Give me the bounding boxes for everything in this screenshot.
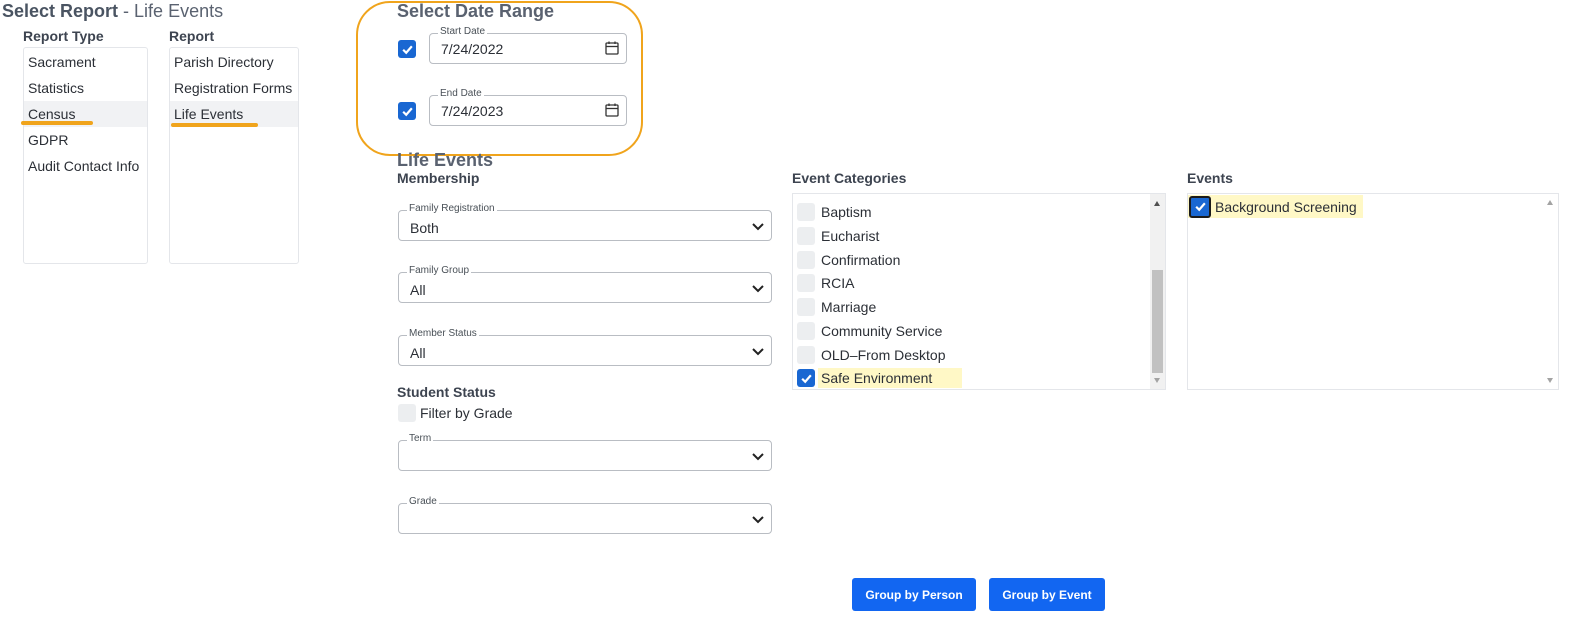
member-status-select[interactable]: Member Status All — [398, 328, 772, 366]
family-registration-select[interactable]: Family Registration Both — [398, 203, 772, 241]
category-checkbox[interactable] — [797, 251, 815, 269]
member-status-value: All — [410, 345, 426, 361]
end-date-label: End Date — [438, 88, 484, 99]
start-date-field[interactable]: Start Date 7/24/2022 — [429, 26, 627, 64]
event-item-background-screening[interactable]: Background Screening — [1188, 195, 1363, 218]
category-label: Safe Environment — [818, 368, 963, 388]
chevron-down-icon — [752, 223, 764, 231]
family-registration-value: Both — [410, 220, 439, 236]
category-checkbox[interactable] — [797, 227, 815, 245]
term-select[interactable]: Term — [398, 433, 772, 471]
chevron-down-icon — [752, 453, 764, 461]
category-item-baptism[interactable]: Baptism — [797, 201, 872, 223]
events-list[interactable]: Background Screening — [1187, 193, 1559, 390]
report-type-list[interactable]: Sacrament Statistics Census GDPR Audit C… — [23, 47, 148, 264]
filter-by-grade-row[interactable]: Filter by Grade — [398, 404, 513, 422]
category-label: RCIA — [821, 275, 855, 291]
start-date-label: Start Date — [438, 26, 488, 37]
category-item-safe-environment[interactable]: Safe Environment — [797, 367, 963, 389]
events-scrollbar[interactable] — [1543, 194, 1558, 389]
census-annotation-underline — [21, 121, 93, 125]
scroll-down-arrow-icon[interactable] — [1154, 378, 1160, 383]
event-categories-label: Event Categories — [792, 170, 907, 186]
family-group-value: All — [410, 282, 426, 298]
report-item-parish-directory[interactable]: Parish Directory — [170, 49, 298, 75]
events-label: Events — [1187, 170, 1233, 186]
category-checkbox[interactable] — [797, 346, 815, 364]
category-checkbox[interactable] — [797, 298, 815, 316]
category-label: Eucharist — [821, 228, 880, 244]
category-item-marriage[interactable]: Marriage — [797, 296, 876, 318]
report-type-item-sacrament[interactable]: Sacrament — [24, 49, 147, 75]
scroll-thumb[interactable] — [1152, 270, 1163, 373]
category-checkbox[interactable] — [797, 322, 815, 340]
category-label: Confirmation — [821, 252, 901, 268]
category-item-confirmation[interactable]: Confirmation — [797, 249, 900, 271]
student-status-label: Student Status — [397, 384, 496, 400]
life-events-annotation-underline — [171, 123, 258, 127]
check-icon — [401, 107, 413, 116]
chevron-down-icon — [752, 516, 764, 524]
term-label: Term — [407, 433, 434, 444]
grade-select[interactable]: Grade — [398, 496, 772, 534]
category-item-community-service[interactable]: Community Service — [797, 320, 942, 342]
check-icon — [1194, 202, 1206, 212]
category-checkbox[interactable] — [797, 369, 815, 387]
calendar-icon[interactable] — [604, 102, 620, 118]
report-type-label: Report Type — [23, 28, 104, 44]
category-item-old-from-desktop[interactable]: OLD–From Desktop — [797, 344, 945, 366]
category-label: Baptism — [821, 204, 872, 220]
event-label: Background Screening — [1215, 198, 1357, 215]
check-icon — [401, 45, 413, 54]
family-registration-label: Family Registration — [407, 203, 497, 214]
group-by-event-button[interactable]: Group by Event — [989, 578, 1105, 611]
category-checkbox[interactable] — [797, 203, 815, 221]
scroll-up-arrow-icon[interactable] — [1547, 200, 1553, 205]
group-by-person-button[interactable]: Group by Person — [852, 578, 976, 611]
filter-by-grade-checkbox[interactable] — [398, 404, 416, 422]
life-events-title: Life Events — [397, 150, 494, 170]
scroll-up-arrow-icon[interactable] — [1154, 201, 1160, 206]
member-status-label: Member Status — [407, 328, 479, 339]
scroll-down-arrow-icon[interactable] — [1547, 378, 1553, 383]
start-date-checkbox[interactable] — [398, 40, 416, 58]
family-group-label: Family Group — [407, 265, 472, 276]
report-label: Report — [169, 28, 215, 44]
calendar-icon[interactable] — [604, 40, 620, 56]
report-type-item-audit-contact-info[interactable]: Audit Contact Info — [24, 153, 147, 179]
membership-label: Membership — [397, 170, 480, 186]
chevron-down-icon — [752, 285, 764, 293]
category-label: Marriage — [821, 299, 877, 315]
report-item-registration-forms[interactable]: Registration Forms — [170, 75, 298, 101]
report-list[interactable]: Parish Directory Registration Forms Life… — [169, 47, 299, 264]
event-categories-list[interactable]: Baptism Eucharist Confirmation RCIA Marr… — [792, 193, 1166, 390]
end-date-value: 7/24/2023 — [441, 103, 504, 119]
end-date-checkbox[interactable] — [398, 102, 416, 120]
grade-label: Grade — [407, 496, 439, 507]
category-label: OLD–From Desktop — [821, 347, 946, 363]
date-range-annotation-ring — [356, 1, 643, 156]
report-type-item-gdpr[interactable]: GDPR — [24, 127, 147, 153]
family-group-select[interactable]: Family Group All — [398, 265, 772, 303]
check-icon — [800, 374, 812, 383]
event-categories-scrollbar[interactable] — [1150, 194, 1165, 389]
event-checkbox[interactable] — [1189, 195, 1211, 218]
end-date-field[interactable]: End Date 7/24/2023 — [429, 88, 627, 126]
filter-by-grade-label: Filter by Grade — [420, 405, 513, 421]
page-title: Select Report - Life Events — [2, 1, 224, 21]
category-checkbox[interactable] — [797, 274, 815, 292]
date-range-title: Select Date Range — [397, 1, 555, 21]
category-label: Community Service — [821, 323, 943, 339]
start-date-value: 7/24/2022 — [441, 41, 504, 57]
report-type-item-statistics[interactable]: Statistics — [24, 75, 147, 101]
chevron-down-icon — [752, 348, 764, 356]
category-item-eucharist[interactable]: Eucharist — [797, 225, 879, 247]
category-item-rcia[interactable]: RCIA — [797, 272, 854, 294]
